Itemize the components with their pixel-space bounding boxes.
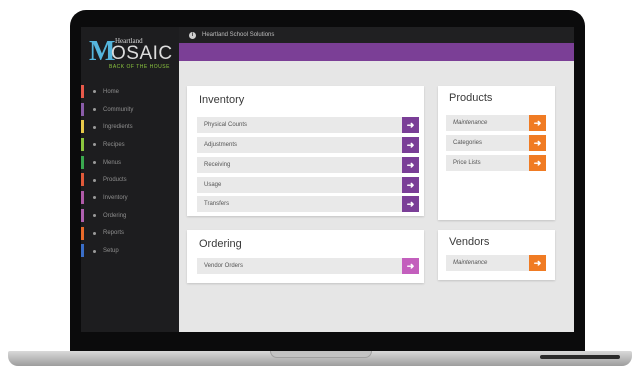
- info-icon: i: [189, 31, 196, 39]
- nav-color-bar: [81, 226, 84, 240]
- header-title: Heartland School Solutions: [202, 32, 275, 38]
- row-label: Price Lists: [453, 160, 481, 166]
- nav-color-bar: [81, 155, 84, 169]
- nav-color-bar: [81, 102, 84, 116]
- arrow-right-icon[interactable]: ➜: [529, 255, 546, 271]
- bullet-icon: [93, 161, 96, 165]
- arrow-right-icon[interactable]: ➜: [402, 117, 419, 133]
- bullet-icon: [93, 143, 96, 147]
- sidebar-item-label: Reports: [103, 230, 125, 237]
- inventory-item-adjustments[interactable]: Adjustments: [197, 137, 402, 153]
- sidebar-item-label: Community: [103, 106, 134, 113]
- sidebar-item-setup[interactable]: Setup: [81, 242, 179, 260]
- row-label: Physical Counts: [204, 122, 248, 128]
- bullet-icon: [93, 231, 96, 235]
- mosaic-logo: Heartland M OSAIC BACK OF THE HOUSE: [81, 27, 179, 75]
- arrow-right-icon[interactable]: ➜: [402, 137, 419, 153]
- sidebar-item-reports[interactable]: Reports: [81, 225, 179, 243]
- nav-color-bar: [81, 173, 84, 187]
- accent-band: [179, 43, 574, 61]
- arrow-right-icon[interactable]: ➜: [402, 258, 419, 274]
- row-label: Vendor Orders: [204, 263, 244, 269]
- bullet-icon: [93, 249, 96, 253]
- sidebar-item-label: Products: [103, 177, 127, 184]
- vendors-card: Vendors Maintenance ➜: [438, 230, 555, 280]
- arrow-right-icon[interactable]: ➜: [402, 196, 419, 212]
- ordering-card: Ordering Vendor Orders ➜: [187, 230, 424, 283]
- laptop-edge: [540, 355, 620, 359]
- inventory-item-usage[interactable]: Usage: [197, 177, 402, 193]
- sidebar-item-menus[interactable]: Menus: [81, 154, 179, 172]
- logo-wordmark: OSAIC: [111, 43, 173, 64]
- nav-color-bar: [81, 244, 84, 258]
- sidebar-item-products[interactable]: Products: [81, 171, 179, 189]
- inventory-title: Inventory: [199, 94, 245, 106]
- sidebar-item-community[interactable]: Community: [81, 101, 179, 119]
- sidebar-item-label: Ordering: [103, 212, 127, 219]
- sidebar-item-ingredients[interactable]: Ingredients: [81, 118, 179, 136]
- products-item-categories[interactable]: Categories: [446, 135, 529, 151]
- nav-color-bar: [81, 191, 84, 205]
- bullet-icon: [93, 90, 96, 94]
- inventory-card: Inventory Physical Counts ➜ Adjustments …: [187, 86, 424, 216]
- products-title: Products: [449, 92, 493, 104]
- nav-color-bar: [81, 120, 84, 134]
- arrow-right-icon[interactable]: ➜: [529, 155, 546, 171]
- bullet-icon: [93, 125, 96, 129]
- arrow-right-icon[interactable]: ➜: [402, 177, 419, 193]
- arrow-right-icon[interactable]: ➜: [529, 135, 546, 151]
- row-label: Transfers: [204, 201, 230, 207]
- sidebar-item-inventory[interactable]: Inventory: [81, 189, 179, 207]
- arrow-right-icon[interactable]: ➜: [402, 157, 419, 173]
- sidebar-nav: Home Community Ingredients Recipes Menus…: [81, 83, 179, 260]
- row-label: Categories: [453, 140, 483, 146]
- sidebar-item-recipes[interactable]: Recipes: [81, 136, 179, 154]
- sidebar-item-label: Inventory: [103, 194, 128, 201]
- bullet-icon: [93, 214, 96, 218]
- sidebar-item-label: Recipes: [103, 141, 125, 148]
- top-header: i Heartland School Solutions: [179, 27, 574, 43]
- row-label: Usage: [204, 182, 222, 188]
- ordering-title: Ordering: [199, 238, 242, 250]
- sidebar-item-label: Setup: [103, 248, 119, 255]
- sidebar: Heartland M OSAIC BACK OF THE HOUSE Home…: [81, 27, 179, 332]
- logo-tagline: BACK OF THE HOUSE: [109, 64, 170, 70]
- ordering-item-vendor-orders[interactable]: Vendor Orders: [197, 258, 402, 274]
- row-label: Adjustments: [204, 142, 238, 148]
- laptop-notch: [270, 351, 372, 358]
- inventory-item-receiving[interactable]: Receiving: [197, 157, 402, 173]
- nav-color-bar: [81, 138, 84, 152]
- bullet-icon: [93, 196, 96, 200]
- arrow-right-icon[interactable]: ➜: [529, 115, 546, 131]
- products-item-price-lists[interactable]: Price Lists: [446, 155, 529, 171]
- row-label: Maintenance: [453, 120, 488, 126]
- row-label: Receiving: [204, 162, 231, 168]
- sidebar-item-label: Ingredients: [103, 124, 133, 131]
- bullet-icon: [93, 108, 96, 112]
- products-card: Products Maintenance ➜ Categories ➜ Pric…: [438, 86, 555, 220]
- inventory-item-transfers[interactable]: Transfers: [197, 196, 402, 212]
- nav-color-bar: [81, 85, 84, 98]
- row-label: Maintenance: [453, 260, 488, 266]
- inventory-item-physical-counts[interactable]: Physical Counts: [197, 117, 402, 133]
- sidebar-item-label: Menus: [103, 159, 122, 166]
- bullet-icon: [93, 178, 96, 182]
- sidebar-item-label: Home: [103, 88, 120, 95]
- sidebar-item-ordering[interactable]: Ordering: [81, 207, 179, 225]
- app-screen: Heartland M OSAIC BACK OF THE HOUSE Home…: [81, 27, 574, 332]
- products-item-maintenance[interactable]: Maintenance: [446, 115, 529, 131]
- vendors-title: Vendors: [449, 236, 490, 248]
- vendors-item-maintenance[interactable]: Maintenance: [446, 255, 529, 271]
- nav-color-bar: [81, 208, 84, 222]
- sidebar-item-home[interactable]: Home: [81, 83, 179, 101]
